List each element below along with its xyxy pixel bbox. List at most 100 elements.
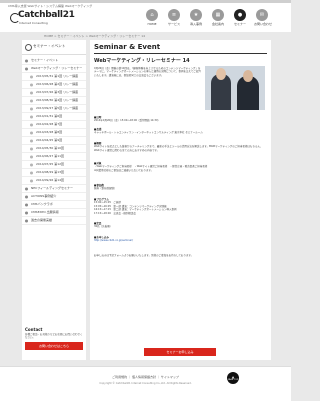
sidebar-item[interactable]: CMSバンクラボ xyxy=(22,201,86,209)
sidebar-subitem[interactable]: 2014/03/28 第8回 xyxy=(22,129,86,137)
bullet-icon xyxy=(30,139,33,142)
note-text: ※同業他社様のご参加はご遠慮いただいております。 xyxy=(94,168,154,172)
bullet-icon xyxy=(25,59,28,62)
contact-description: 各種ご相談・お見積りなどお気軽にお問い合わせください。 xyxy=(25,333,83,339)
sidebar-item-label: 2014/02/28 第7回 xyxy=(36,121,63,126)
bullet-icon xyxy=(30,115,33,118)
program-item: 17:15〜18:00 交流会・個別相談会 xyxy=(94,211,136,215)
sidebar-subitem[interactable]: 2013/09/27 第5回 リレー講座 xyxy=(22,105,86,113)
sidebar-item-label: 2014/06/27 第11回 xyxy=(36,153,65,158)
nav-home[interactable]: ⌂ HOME xyxy=(144,9,160,26)
bullet-icon xyxy=(30,123,33,126)
sidebar-item[interactable]: ACTIONS事例紹介 xyxy=(22,193,86,201)
breadcrumb[interactable]: HOME > セミナー・イベント > Webマーケティング・リレーセミナー 14 xyxy=(44,34,145,38)
closing-text: お申し込みは下記フォームよりお願いいたします。皆様のご参加をお待ちしております。 xyxy=(94,254,194,257)
sidebar: セミナー・イベント セミナー・イベント Webマーケティング・リレーセミナー 2… xyxy=(22,40,86,360)
nav-service[interactable]: ≡ サービス xyxy=(166,9,182,26)
page-top-button[interactable]: ▲ PAGE TOP xyxy=(227,372,239,384)
sidebar-item-label: 2014/05/30 第10回 xyxy=(36,145,65,150)
sidebar-item-label: ACTIONS事例紹介 xyxy=(31,193,57,198)
sidebar-item[interactable]: 過去の開催実績 xyxy=(22,217,86,225)
bullet-icon xyxy=(25,67,28,70)
sidebar-subitem[interactable]: 2014/05/30 第10回 xyxy=(22,145,86,153)
sidebar-list: セミナー・イベント Webマーケティング・リレーセミナー 2013/05/31 … xyxy=(22,57,86,225)
nav-cases-label: 導入事例 xyxy=(189,22,202,26)
outline-text: Webサイトを起点とした集客からナーチャリングまで、最新の手法とツールの活用方法… xyxy=(94,145,263,152)
sidebar-item-label: 2013/06/28 第2回 リレー講座 xyxy=(36,81,79,86)
sidebar-item-label: 2014/01/31 第6回 xyxy=(36,113,63,118)
contact-box: Contact 各種ご相談・お見積りなどお気軽にお問い合わせください。 お問い合… xyxy=(25,327,83,350)
speakers-photo xyxy=(205,66,265,110)
sidebar-subitem[interactable]: 2014/08/29 第13回 xyxy=(22,169,86,177)
sidebar-item[interactable]: CMSEXPO 出展情報 xyxy=(22,209,86,217)
sidebar-subitem[interactable]: 2013/08/30 第4回 リレー講座 xyxy=(22,97,86,105)
mic-icon xyxy=(25,44,32,51)
nav-seminar-label: セミナー xyxy=(233,22,246,26)
bullet-icon xyxy=(30,99,33,102)
capacity-value: 30名（先着順） xyxy=(94,225,113,229)
date-value: 2014年9月26日（金）15:00〜18:00（受付開始 14:30） xyxy=(94,119,161,123)
mic-icon: ● xyxy=(234,9,246,21)
sidebar-item-label: Webマーケティング・リレーセミナー xyxy=(31,65,83,70)
speaker-figure xyxy=(237,70,259,110)
sidebar-item-label: セミナー・イベント xyxy=(31,57,59,62)
footer-links[interactable]: ご利用規約 ｜ 個人情報保護方針 ｜ サイトマップ xyxy=(112,375,179,379)
title-divider xyxy=(94,53,267,54)
link-section: ■お申し込み http://www.cb21.co.jp/seminar/ xyxy=(94,236,264,243)
sidebar-item[interactable]: NECフィールディングセミナー xyxy=(22,185,86,193)
seminar-link[interactable]: http://www.cb21.co.jp/seminar/ xyxy=(94,239,264,242)
page-title: Seminar & Event xyxy=(94,43,161,51)
sidebar-subitem[interactable]: 2014/02/28 第7回 xyxy=(22,121,86,129)
nav-home-label: HOME xyxy=(147,22,157,26)
contact-button[interactable]: お問い合わせはこちら xyxy=(25,342,83,350)
speaker-face xyxy=(216,68,226,80)
sidebar-subitem[interactable]: 2014/09/26 第14回 xyxy=(22,177,86,185)
capacity-section: ■定員 30名（先着順） xyxy=(94,222,264,229)
place-section: ■会場 キャッチボール・トゥエンティワン・インターネットコンサルティング 東京本… xyxy=(94,128,264,135)
page-top-label: PAGE TOP xyxy=(228,378,238,381)
sidebar-subitem[interactable]: 2014/07/25 第12回 xyxy=(22,161,86,169)
sidebar-item-label: 2013/09/27 第5回 リレー講座 xyxy=(36,105,79,110)
sidebar-subitem[interactable]: 2014/04/25 第9回 xyxy=(22,137,86,145)
speaker-face xyxy=(243,70,253,82)
target-section: ■対象 ・Webマーケティングご担当者様 ・Webサイト運営ご担当者様 ・経営企… xyxy=(94,162,264,172)
sidebar-subitem[interactable]: 2014/01/31 第6回 xyxy=(22,113,86,121)
sidebar-subitem[interactable]: 2013/07/26 第3回 リレー講座 xyxy=(22,89,86,97)
bullet-icon xyxy=(30,131,33,134)
sidebar-subitem[interactable]: 2013/05/31 第1回 リレー講座 xyxy=(22,73,86,81)
bullet-icon xyxy=(25,211,28,214)
house-icon: ⌂ xyxy=(146,9,158,21)
sidebar-heading: セミナー・イベント xyxy=(33,44,66,48)
outline-section: ■概要 Webサイトを起点とした集客からナーチャリングまで、最新の手法とツールの… xyxy=(94,142,264,152)
sidebar-item-label: 2014/04/25 第9回 xyxy=(36,137,63,142)
apply-button[interactable]: セミナーお申し込み xyxy=(144,348,216,356)
sidebar-subitem[interactable]: 2014/06/27 第11回 xyxy=(22,153,86,161)
nav-contact[interactable]: ✉ お問い合わせ xyxy=(254,9,272,26)
sidebar-item-label: 2013/08/30 第4回 リレー講座 xyxy=(36,97,79,102)
bullet-icon xyxy=(30,91,33,94)
mail-icon: ✉ xyxy=(256,9,268,21)
bullet-icon xyxy=(25,187,28,190)
building-icon: ▦ xyxy=(212,9,224,21)
nav-cases[interactable]: ★ 導入事例 xyxy=(188,9,204,26)
site-logo[interactable]: Catchball21 Internet Consulting xyxy=(6,10,75,29)
header-tagline: CMS導入支援 Webサイト・システム構築 Webマーケティング xyxy=(8,4,93,8)
sidebar-item-label: 2013/05/31 第1回 リレー講座 xyxy=(36,73,79,78)
sidebar-subitem[interactable]: 2013/06/28 第2回 リレー講座 xyxy=(22,81,86,89)
sidebar-item-label: 2014/03/28 第8回 xyxy=(36,129,63,134)
bullet-icon xyxy=(25,203,28,206)
nav-company[interactable]: ▦ 会社案内 xyxy=(210,9,226,26)
nav-seminar[interactable]: ● セミナー xyxy=(232,9,248,26)
nav-service-label: サービス xyxy=(167,22,180,26)
intro-text: 9月26日（金）開催の第14回は、「顧客体験を向上させるためのコンテンツマーケテ… xyxy=(94,67,201,77)
sidebar-item-label: 2014/09/26 第14回 xyxy=(36,177,65,182)
bullet-icon xyxy=(30,163,33,166)
main-content: Seminar & Event Webマーケティング・リレーセミナー 14 9月… xyxy=(90,40,271,360)
closing-section: お申し込みは下記フォームよりお願いいたします。皆様のご参加をお待ちしております。 xyxy=(94,254,264,257)
global-nav: ⌂ HOME ≡ サービス ★ 導入事例 ▦ 会社案内 ● セミナー ✉ お問い… xyxy=(144,9,272,26)
site-header: CMS導入支援 Webサイト・システム構築 Webマーケティング Catchba… xyxy=(0,3,291,32)
sidebar-item[interactable]: Webマーケティング・リレーセミナー xyxy=(22,65,86,73)
sidebar-item[interactable]: セミナー・イベント xyxy=(22,57,86,65)
fee-value: 無料（事前登録制） xyxy=(94,187,117,191)
copyright: Copyright © Catchball21 Internet Consult… xyxy=(99,382,192,385)
